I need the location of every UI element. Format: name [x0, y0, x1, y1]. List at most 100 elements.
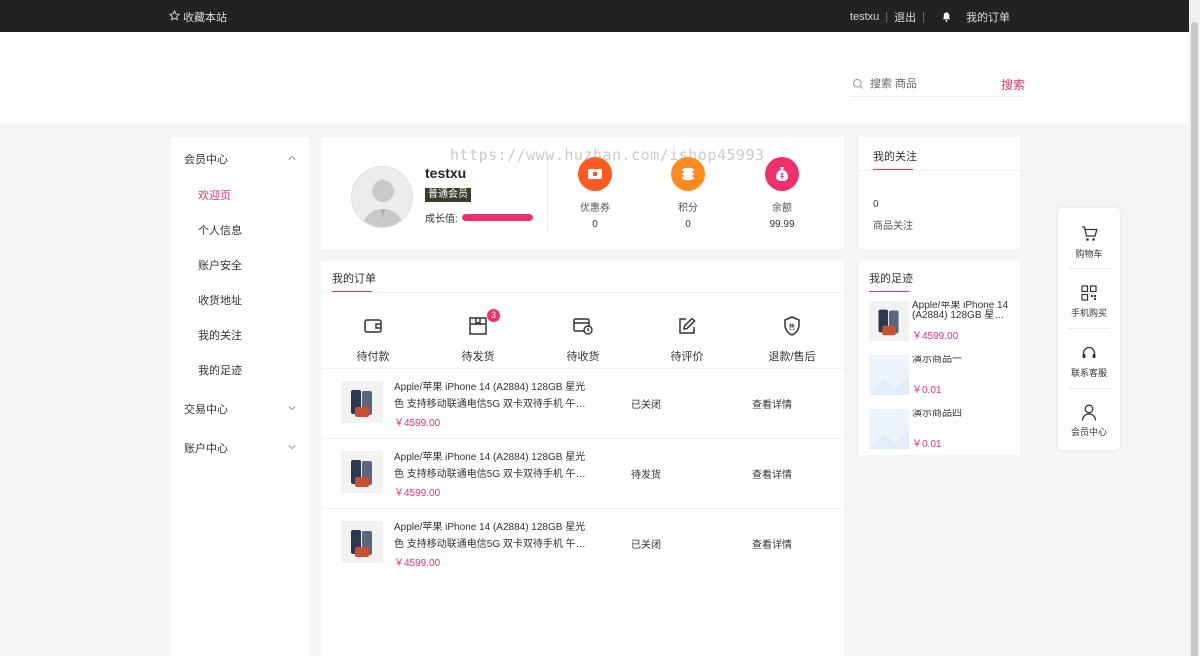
topbar-separator: | — [885, 11, 889, 23]
logout-link[interactable]: 退出 — [894, 9, 916, 25]
delivery-clock-icon — [548, 316, 618, 336]
sidebar-item-security[interactable]: 账户安全 — [198, 257, 242, 273]
product-thumbnail — [869, 355, 909, 395]
floatbar-cart[interactable]: 购物车 — [1058, 224, 1120, 260]
view-details-link[interactable]: 查看详情 — [752, 466, 792, 481]
favorite-site-label: 收藏本站 — [183, 12, 227, 24]
stat-balance[interactable]: 余额 99.99 — [752, 157, 812, 230]
section-divider — [321, 292, 844, 293]
growth-progress-fill — [461, 214, 533, 221]
order-status-unpaid[interactable]: 待付款 — [338, 316, 408, 364]
floatbar-label: 手机购买 — [1070, 308, 1107, 318]
product-thumbnail — [341, 381, 383, 423]
sidebar-group-member-center[interactable]: 会员中心 — [184, 151, 296, 167]
floatbar-divider — [1068, 268, 1110, 269]
footprint-item[interactable]: 演示商品一 ￥0.01 — [869, 355, 1014, 397]
my-orders-link[interactable]: 我的订单 — [966, 9, 1010, 25]
sidebar-item-welcome[interactable]: 欢迎页 — [198, 187, 231, 203]
floatbar-label: 会员中心 — [1070, 427, 1107, 437]
footprint-product-name: Apple/苹果 iPhone 14 (A2884) 128GB 星… — [912, 301, 1009, 321]
footprint-item[interactable]: Apple/苹果 iPhone 14 (A2884) 128GB 星… ￥459… — [869, 301, 1014, 343]
view-details-link[interactable]: 查看详情 — [752, 536, 792, 551]
floatbar-member-center[interactable]: 会员中心 — [1058, 402, 1120, 438]
stat-coupons[interactable]: 优惠券 0 — [565, 157, 625, 230]
member-sidebar: 会员中心 欢迎页 个人信息 账户安全 收货地址 我的关注 我的足迹 交易中心 账… — [170, 137, 310, 656]
section-underline — [873, 169, 913, 170]
watermark-text: https://www.huzhan.com/ishop45993 — [450, 146, 765, 164]
my-orders-panel: 我的订单 待付款 3 待发货 待收货 待评价 售 退款/售后 Apple/苹果 … — [321, 261, 844, 656]
sidebar-item-follow[interactable]: 我的关注 — [198, 327, 242, 343]
section-divider — [859, 170, 1020, 171]
footprint-price: ￥0.01 — [912, 385, 942, 396]
top-bar: 收藏本站 testxu | 退出 | 我的订单 — [0, 0, 1200, 32]
stat-points[interactable]: 积分 0 — [658, 157, 718, 230]
topbar-separator: | — [922, 11, 925, 23]
floatbar-label: 购物车 — [1075, 249, 1103, 259]
floating-toolbar: 购物车 手机购买 联系客服 会员中心 — [1058, 208, 1120, 450]
section-underline — [869, 291, 909, 292]
avatar[interactable] — [351, 166, 413, 228]
floatbar-customer-service[interactable]: 联系客服 — [1058, 343, 1120, 379]
stat-label: 优惠券 — [580, 203, 610, 214]
package-icon: 3 — [443, 309, 513, 336]
topbar-username[interactable]: testxu — [850, 11, 879, 23]
sidebar-item-profile[interactable]: 个人信息 — [198, 222, 242, 238]
order-status-label: 待付款 — [356, 351, 390, 363]
order-status-to-ship[interactable]: 3 待发货 — [443, 309, 513, 364]
qrcode-icon — [1058, 283, 1120, 303]
member-level-badge: 普通会员 — [425, 188, 471, 202]
order-price: ￥4599.00 — [394, 558, 441, 569]
order-status-label: 退款/售后 — [768, 351, 816, 363]
svg-text:售: 售 — [789, 322, 796, 331]
sidebar-group-trade-center[interactable]: 交易中心 — [184, 401, 296, 417]
wallet-icon — [338, 316, 408, 336]
floatbar-divider — [1068, 328, 1110, 329]
favorite-site-link[interactable]: 收藏本站 — [168, 9, 227, 25]
my-follow-panel: 我的关注 0 商品关注 — [859, 137, 1020, 249]
order-row[interactable]: Apple/苹果 iPhone 14 (A2884) 128GB 星光色 支持移… — [321, 369, 844, 439]
headset-icon — [1058, 343, 1120, 363]
sidebar-group-label: 会员中心 — [184, 154, 228, 166]
order-product-title[interactable]: Apple/苹果 iPhone 14 (A2884) 128GB 星光色 支持移… — [394, 519, 589, 553]
sidebar-item-footprint[interactable]: 我的足迹 — [198, 362, 242, 378]
order-status-to-receive[interactable]: 待收货 — [548, 316, 618, 364]
stat-value: 0 — [685, 219, 691, 230]
search-input[interactable] — [870, 78, 990, 90]
order-status-to-review[interactable]: 待评价 — [652, 316, 722, 364]
section-underline — [332, 291, 372, 292]
sidebar-item-address[interactable]: 收货地址 — [198, 292, 242, 308]
order-count-badge: 3 — [487, 309, 500, 322]
order-product-title[interactable]: Apple/苹果 iPhone 14 (A2884) 128GB 星光色 支持移… — [394, 449, 589, 483]
footprint-price: ￥0.01 — [912, 439, 942, 450]
scrollbar-thumb[interactable] — [1191, 22, 1198, 656]
footprint-title: 我的足迹 — [869, 273, 913, 285]
page-scrollbar[interactable] — [1189, 0, 1200, 656]
order-status-after-sales[interactable]: 售 退款/售后 — [757, 316, 827, 364]
follow-title: 我的关注 — [873, 151, 917, 163]
footprint-item[interactable]: 演示商品四 ￥0.01 — [869, 409, 1014, 451]
follow-count[interactable]: 0 — [873, 199, 879, 210]
bell-icon[interactable] — [941, 11, 952, 23]
view-details-link[interactable]: 查看详情 — [752, 396, 792, 411]
chevron-up-icon — [288, 153, 296, 165]
floatbar-mobile-buy[interactable]: 手机购买 — [1058, 283, 1120, 319]
floatbar-divider — [1068, 388, 1110, 389]
order-row[interactable]: Apple/苹果 iPhone 14 (A2884) 128GB 星光色 支持移… — [321, 509, 844, 579]
chevron-down-icon — [288, 442, 296, 454]
search-icon — [852, 78, 864, 90]
order-row[interactable]: Apple/苹果 iPhone 14 (A2884) 128GB 星光色 支持移… — [321, 439, 844, 509]
growth-progress-bar — [461, 214, 533, 221]
product-thumbnail — [341, 521, 383, 563]
growth-value: 成长值: — [425, 210, 533, 225]
order-status: 已关闭 — [631, 400, 661, 411]
footprint-product-name: 演示商品一 — [912, 355, 962, 365]
order-status-label: 待评价 — [670, 351, 704, 363]
order-product-title[interactable]: Apple/苹果 iPhone 14 (A2884) 128GB 星光色 支持移… — [394, 379, 589, 413]
follow-count-label: 商品关注 — [873, 221, 913, 232]
cart-icon — [1058, 224, 1120, 244]
chevron-down-icon — [288, 403, 296, 415]
star-icon — [168, 9, 181, 24]
search-bar: 搜索 — [850, 72, 1025, 97]
sidebar-group-account-center[interactable]: 账户中心 — [184, 440, 296, 456]
search-button[interactable]: 搜索 — [1001, 76, 1025, 93]
